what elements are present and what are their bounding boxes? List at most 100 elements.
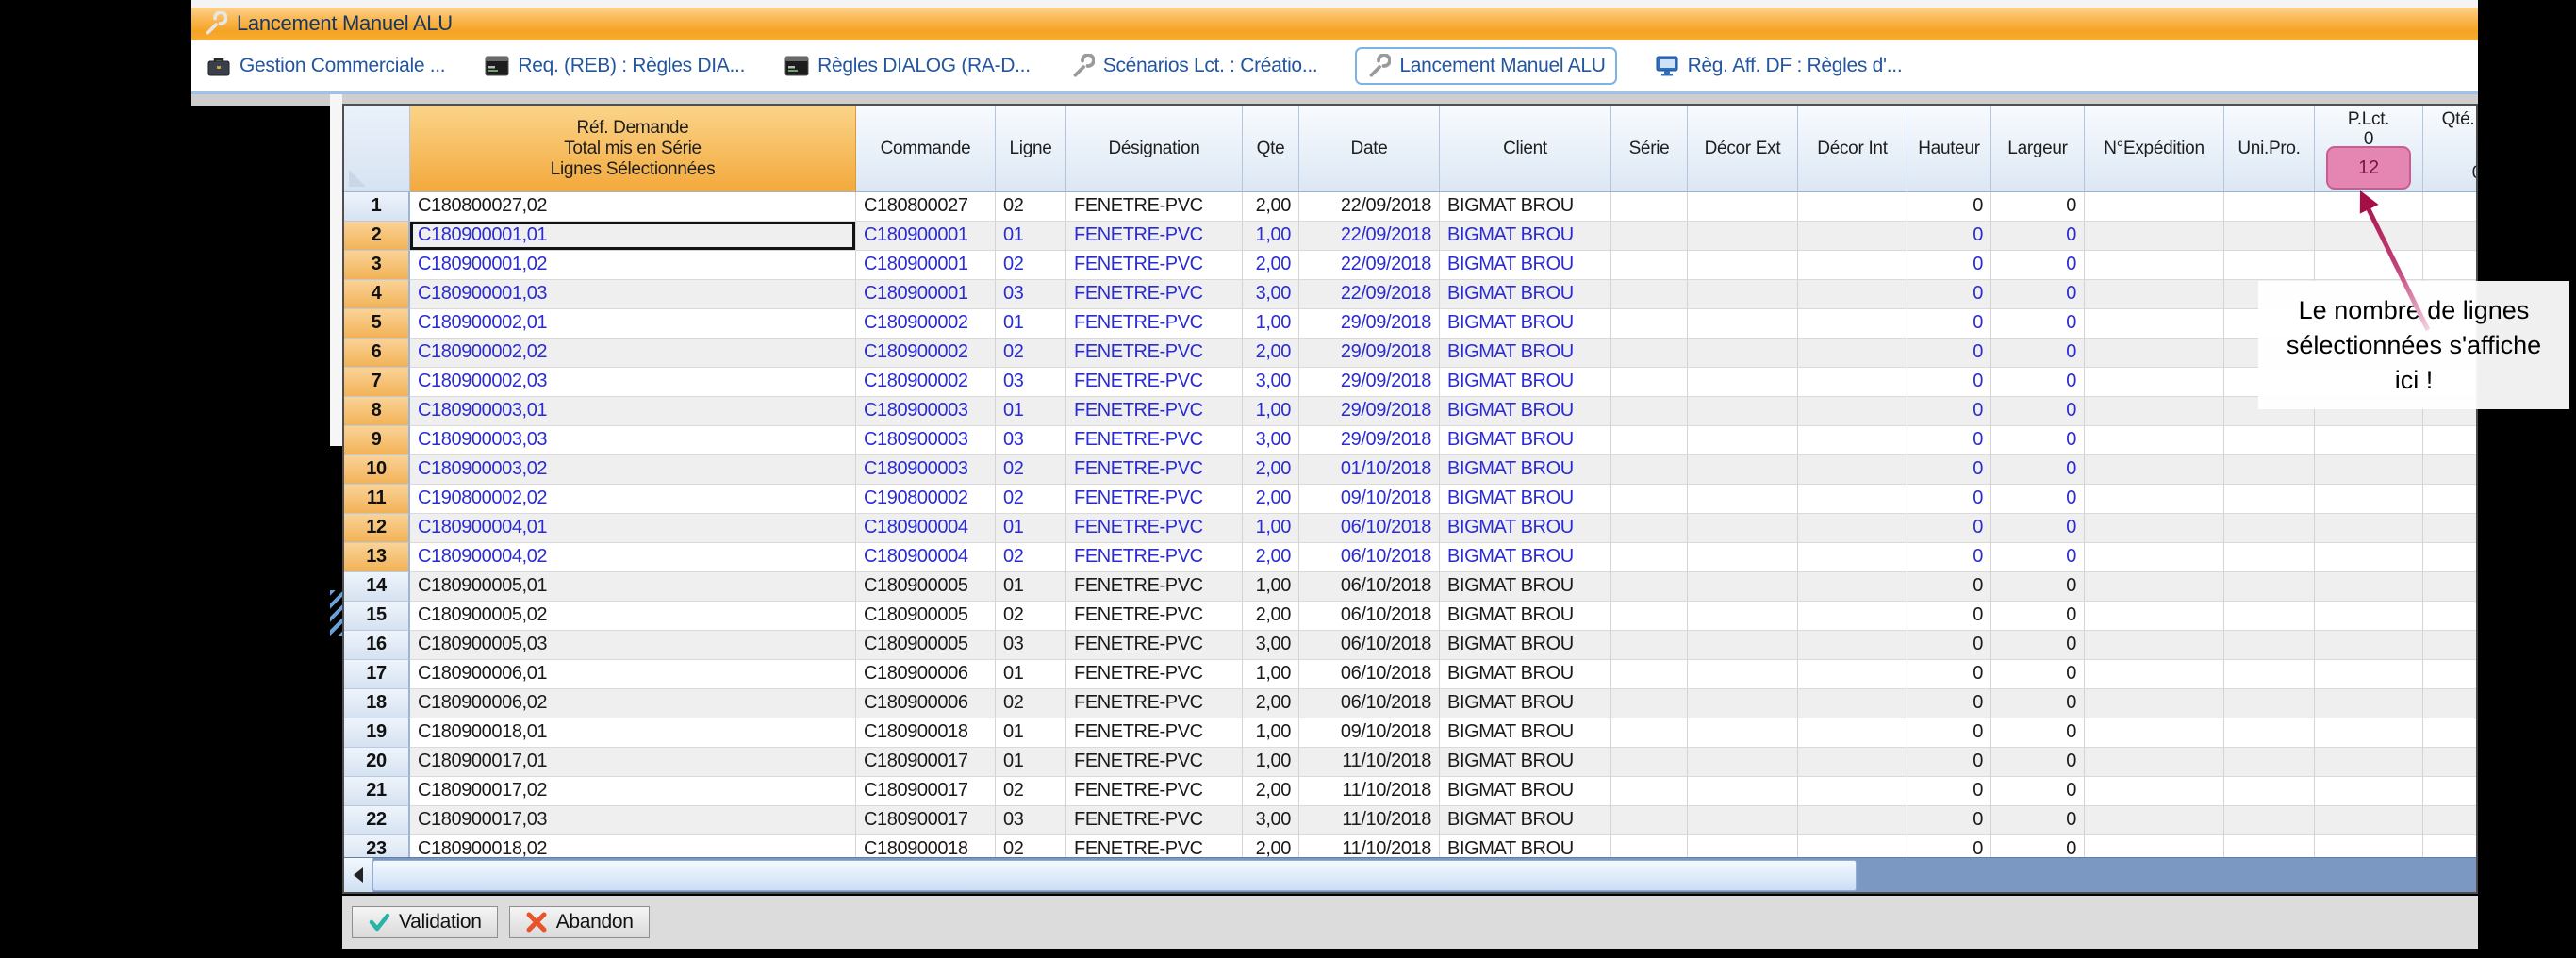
cell-ref[interactable]: C180900006,02 [410,689,856,718]
table-row[interactable]: 15C180900005,02C18090000502FENETRE-PVC2,… [344,602,2478,631]
cell-ref[interactable]: C180800027,02 [410,192,856,222]
table-row[interactable]: 13C180900004,02C18090000402FENETRE-PVC2,… [344,543,2478,572]
cell-ligne[interactable]: 01 [996,397,1066,426]
cell-des[interactable]: FENETRE-PVC [1066,806,1243,835]
cell-upro[interactable] [2224,631,2315,660]
cell-haut[interactable]: 0 [1907,835,1991,858]
cell-haut[interactable]: 0 [1907,660,1991,689]
cell-n[interactable]: 11 [344,485,410,514]
cell-des[interactable]: FENETRE-PVC [1066,777,1243,806]
cell-upro[interactable] [2224,806,2315,835]
cell-serie[interactable] [1611,339,1688,368]
cell-n[interactable]: 7 [344,368,410,397]
cell-n[interactable]: 14 [344,572,410,602]
cell-des[interactable]: FENETRE-PVC [1066,543,1243,572]
cell-des[interactable]: FENETRE-PVC [1066,485,1243,514]
cell-client[interactable]: BIGMAT BROU [1440,426,1611,455]
column-header-ligne[interactable]: Ligne [996,106,1066,192]
cell-client[interactable]: BIGMAT BROU [1440,631,1611,660]
cell-qlct[interactable] [2423,426,2478,455]
cell-plct[interactable] [2315,660,2423,689]
cell-dext[interactable] [1688,251,1798,280]
cell-larg[interactable]: 0 [1991,660,2085,689]
table-row[interactable]: 8C180900003,01C18090000301FENETRE-PVC1,0… [344,397,2478,426]
cell-dint[interactable] [1798,514,1907,543]
tab-gestion-commerciale[interactable]: Gestion Commerciale ... [205,49,447,83]
cell-larg[interactable]: 0 [1991,718,2085,748]
cell-qte[interactable]: 2,00 [1243,602,1299,631]
cell-cmd[interactable]: C180900005 [856,572,996,602]
cell-ligne[interactable]: 02 [996,485,1066,514]
cell-dint[interactable] [1798,397,1907,426]
column-header-date[interactable]: Date [1299,106,1440,192]
column-header-cmd[interactable]: Commande [856,106,996,192]
cell-dext[interactable] [1688,748,1798,777]
cell-plct[interactable] [2315,192,2423,222]
cell-n[interactable]: 17 [344,660,410,689]
cell-larg[interactable]: 0 [1991,251,2085,280]
abandon-button[interactable]: Abandon [509,906,650,938]
cell-ref[interactable]: C180900001,02 [410,251,856,280]
cell-qte[interactable]: 2,00 [1243,455,1299,485]
cell-date[interactable]: 29/09/2018 [1299,426,1440,455]
cell-qte[interactable]: 2,00 [1243,251,1299,280]
cell-larg[interactable]: 0 [1991,339,2085,368]
cell-plct[interactable] [2315,718,2423,748]
cell-cmd[interactable]: C180800027 [856,192,996,222]
cell-haut[interactable]: 0 [1907,777,1991,806]
cell-ref[interactable]: C180900018,01 [410,718,856,748]
cell-des[interactable]: FENETRE-PVC [1066,631,1243,660]
cell-date[interactable]: 06/10/2018 [1299,602,1440,631]
cell-upro[interactable] [2224,572,2315,602]
cell-haut[interactable]: 0 [1907,222,1991,251]
cell-date[interactable]: 29/09/2018 [1299,309,1440,339]
cell-serie[interactable] [1611,455,1688,485]
cell-haut[interactable]: 0 [1907,718,1991,748]
cell-n[interactable]: 20 [344,748,410,777]
cell-qlct[interactable] [2423,572,2478,602]
cell-dext[interactable] [1688,280,1798,309]
cell-n[interactable]: 9 [344,426,410,455]
cell-des[interactable]: FENETRE-PVC [1066,455,1243,485]
column-header-larg[interactable]: Largeur [1991,106,2085,192]
cell-nexp[interactable] [2085,280,2224,309]
cell-qlct[interactable] [2423,718,2478,748]
cell-n[interactable]: 8 [344,397,410,426]
cell-ligne[interactable]: 03 [996,631,1066,660]
cell-cmd[interactable]: C180900004 [856,514,996,543]
column-header-upro[interactable]: Uni.Pro. [2224,106,2315,192]
cell-plct[interactable] [2315,572,2423,602]
cell-larg[interactable]: 0 [1991,280,2085,309]
cell-haut[interactable]: 0 [1907,514,1991,543]
cell-cmd[interactable]: C180900004 [856,543,996,572]
cell-n[interactable]: 5 [344,309,410,339]
cell-qte[interactable]: 2,00 [1243,543,1299,572]
cell-date[interactable]: 09/10/2018 [1299,718,1440,748]
cell-n[interactable]: 18 [344,689,410,718]
cell-n[interactable]: 6 [344,339,410,368]
cell-haut[interactable]: 0 [1907,368,1991,397]
cell-qlct[interactable] [2423,602,2478,631]
cell-nexp[interactable] [2085,339,2224,368]
table-row[interactable]: 10C180900003,02C18090000302FENETRE-PVC2,… [344,455,2478,485]
cell-dext[interactable] [1688,835,1798,858]
cell-upro[interactable] [2224,718,2315,748]
cell-client[interactable]: BIGMAT BROU [1440,514,1611,543]
cell-dext[interactable] [1688,631,1798,660]
column-header-haut[interactable]: Hauteur [1907,106,1991,192]
cell-plct[interactable] [2315,485,2423,514]
cell-qte[interactable]: 2,00 [1243,485,1299,514]
cell-client[interactable]: BIGMAT BROU [1440,222,1611,251]
scrollbar-thumb[interactable] [372,860,1857,891]
cell-client[interactable]: BIGMAT BROU [1440,368,1611,397]
cell-nexp[interactable] [2085,777,2224,806]
cell-qlct[interactable] [2423,455,2478,485]
table-row[interactable]: 7C180900002,03C18090000203FENETRE-PVC3,0… [344,368,2478,397]
cell-dint[interactable] [1798,806,1907,835]
cell-date[interactable]: 22/09/2018 [1299,251,1440,280]
cell-cmd[interactable]: C190800002 [856,485,996,514]
cell-nexp[interactable] [2085,251,2224,280]
cell-date[interactable]: 29/09/2018 [1299,368,1440,397]
cell-client[interactable]: BIGMAT BROU [1440,806,1611,835]
cell-dint[interactable] [1798,572,1907,602]
